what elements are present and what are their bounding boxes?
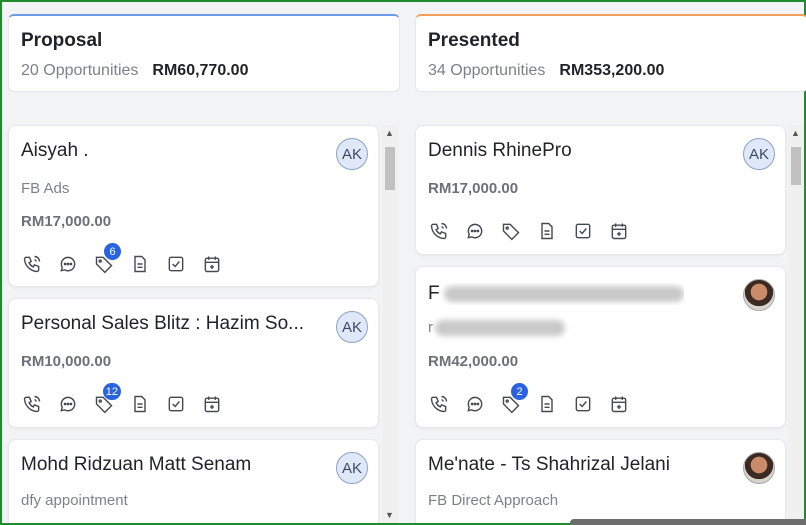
calendar-add-icon[interactable] <box>201 393 223 415</box>
opportunity-card[interactable]: Personal Sales Blitz : Hazim So... AK RM… <box>8 298 379 428</box>
document-icon[interactable] <box>536 393 558 415</box>
checkbox-icon[interactable] <box>572 220 594 242</box>
stage-count: 20 Opportunities <box>21 62 139 79</box>
scroll-thumb[interactable] <box>791 147 801 185</box>
opportunity-amount: RM17,000.00 <box>428 180 519 197</box>
tag-icon[interactable]: 6 <box>93 243 121 275</box>
opportunity-source: FB Direct Approach <box>428 492 559 509</box>
tag-count-badge: 2 <box>511 383 528 400</box>
redacted-name <box>443 285 684 302</box>
avatar[interactable]: AK <box>336 452 368 484</box>
tag-count-badge: 12 <box>102 383 121 400</box>
opportunity-source: FB Ads <box>21 180 70 197</box>
name-initial: F <box>428 283 440 304</box>
stage-title: Presented <box>428 30 520 51</box>
avatar[interactable] <box>743 279 775 311</box>
tag-count-badge: 6 <box>104 243 121 260</box>
tag-icon[interactable]: 12 <box>93 383 121 415</box>
opportunity-source: dfy appointment <box>21 492 128 509</box>
stage-header-proposal: Proposal 20 Opportunities RM60,770.00 <box>8 14 400 92</box>
opportunity-name[interactable]: Mohd Ridzuan Matt Senam <box>21 454 251 476</box>
card-actions <box>428 220 630 242</box>
proposal-column: Aisyah . AK FB Ads RM17,000.00 6 Persona… <box>6 125 380 523</box>
phone-icon[interactable] <box>428 220 450 242</box>
calendar-add-icon[interactable] <box>608 220 630 242</box>
opportunity-name[interactable]: Dennis RhinePro <box>428 140 572 162</box>
phone-icon[interactable] <box>428 393 450 415</box>
phone-icon[interactable] <box>21 253 43 275</box>
scroll-up-icon[interactable]: ▲ <box>791 128 800 138</box>
stage-value: RM353,200.00 <box>559 62 665 79</box>
card-actions: 2 <box>428 383 630 415</box>
chat-icon[interactable] <box>464 393 486 415</box>
checkbox-icon[interactable] <box>165 253 187 275</box>
opportunity-name[interactable]: Personal Sales Blitz : Hazim So... <box>21 313 304 335</box>
chat-icon[interactable] <box>57 393 79 415</box>
stage-title: Proposal <box>21 30 103 51</box>
opportunity-card[interactable]: Dennis RhinePro AK RM17,000.00 <box>415 125 786 255</box>
card-actions: 6 <box>21 243 223 275</box>
document-icon[interactable] <box>129 253 151 275</box>
card-actions: 12 <box>21 383 223 415</box>
chat-icon[interactable] <box>57 253 79 275</box>
opportunity-card[interactable]: Mohd Ridzuan Matt Senam AK dfy appointme… <box>8 439 379 523</box>
avatar[interactable]: AK <box>743 138 775 170</box>
presented-scrollbar[interactable]: ▲ <box>788 125 804 523</box>
checkbox-icon[interactable] <box>165 393 187 415</box>
stage-header-presented: Presented 34 Opportunities RM353,200.00 <box>415 14 806 92</box>
tag-icon[interactable] <box>500 220 522 242</box>
opportunity-card[interactable]: F r RM42,000.00 2 <box>415 266 786 428</box>
horizontal-scrollbar[interactable] <box>570 519 806 525</box>
opportunity-card[interactable]: Aisyah . AK FB Ads RM17,000.00 6 <box>8 125 379 287</box>
redacted-source <box>435 320 565 337</box>
scroll-thumb[interactable] <box>385 147 395 190</box>
checkbox-icon[interactable] <box>572 393 594 415</box>
avatar[interactable] <box>743 452 775 484</box>
opportunity-source: r <box>428 319 565 337</box>
tag-icon[interactable]: 2 <box>500 383 528 415</box>
proposal-scrollbar[interactable]: ▲ ▼ <box>382 125 398 523</box>
scroll-up-icon[interactable]: ▲ <box>385 128 394 138</box>
chat-icon[interactable] <box>464 220 486 242</box>
scroll-down-icon[interactable]: ▼ <box>385 510 394 520</box>
opportunity-name[interactable]: Aisyah . <box>21 140 89 162</box>
opportunity-amount: RM42,000.00 <box>428 353 519 370</box>
avatar[interactable]: AK <box>336 138 368 170</box>
calendar-add-icon[interactable] <box>201 253 223 275</box>
phone-icon[interactable] <box>21 393 43 415</box>
presented-column: Dennis RhinePro AK RM17,000.00 F r RM42,… <box>413 125 787 523</box>
calendar-add-icon[interactable] <box>608 393 630 415</box>
opportunity-name[interactable]: Me'nate - Ts Shahrizal Jelani <box>428 454 670 476</box>
opportunity-name[interactable]: F <box>428 283 684 305</box>
document-icon[interactable] <box>536 220 558 242</box>
stage-count: 34 Opportunities <box>428 62 546 79</box>
avatar[interactable]: AK <box>336 311 368 343</box>
opportunity-amount: RM17,000.00 <box>21 213 112 230</box>
opportunity-card[interactable]: Me'nate - Ts Shahrizal Jelani FB Direct … <box>415 439 786 523</box>
document-icon[interactable] <box>129 393 151 415</box>
stage-value: RM60,770.00 <box>152 62 249 79</box>
opportunity-amount: RM10,000.00 <box>21 353 112 370</box>
